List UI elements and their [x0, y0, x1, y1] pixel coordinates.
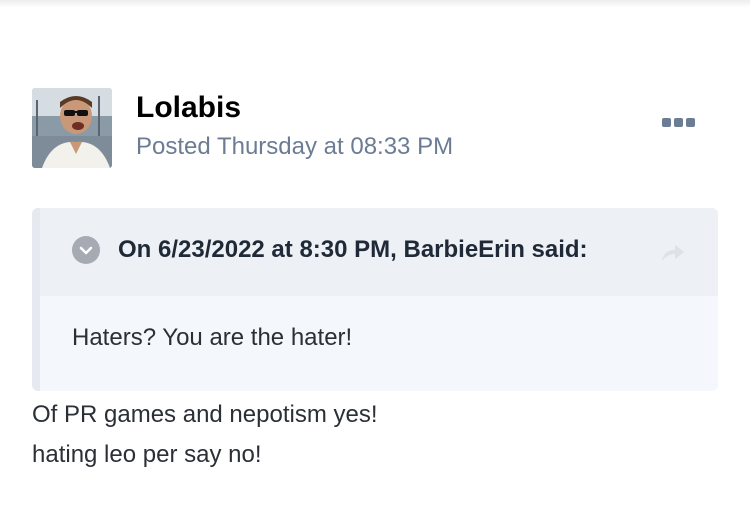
share-icon	[662, 245, 684, 261]
avatar[interactable]	[32, 88, 112, 168]
post-body-line: Of PR games and nepotism yes!	[32, 401, 378, 428]
more-dots-icon	[661, 117, 671, 127]
more-dot	[685, 117, 695, 127]
share-arrow-icon[interactable]	[660, 241, 686, 263]
post-body: Of PR games and nepotism yes! hating leo…	[32, 395, 378, 475]
more-dot	[673, 117, 683, 127]
post-date[interactable]: Posted Thursday at 08:33 PM	[136, 132, 453, 162]
chevron-down-circle-icon[interactable]	[72, 236, 100, 264]
forum-post-page: Lolabis Posted Thursday at 08:33 PM On 6…	[0, 0, 750, 521]
quote-citation: On 6/23/2022 at 8:30 PM, BarbieErin said…	[118, 236, 588, 263]
quote-left-bar	[32, 208, 40, 391]
chevron-down-icon	[79, 246, 93, 255]
more-options-button[interactable]	[656, 110, 700, 134]
quote-text: Haters? You are the hater!	[72, 324, 353, 351]
avatar-image	[32, 88, 112, 168]
header-shadow	[0, 0, 750, 8]
author-name[interactable]: Lolabis	[136, 90, 241, 126]
post-body-line: hating leo per say no!	[32, 441, 262, 468]
